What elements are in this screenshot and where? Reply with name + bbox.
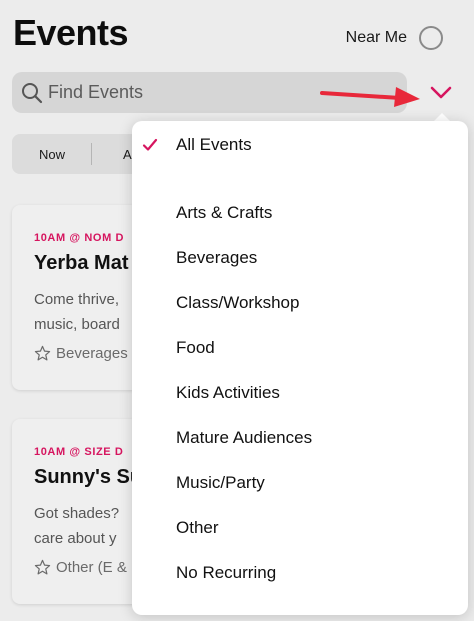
menu-item-beverages[interactable]: Beverages <box>176 248 257 268</box>
menu-item-other[interactable]: Other <box>176 518 219 538</box>
check-icon <box>142 138 158 151</box>
page-title: Events <box>13 12 129 53</box>
menu-item-music-party[interactable]: Music/Party <box>176 473 265 493</box>
menu-item-food[interactable]: Food <box>176 338 215 358</box>
menu-item-kids-activities[interactable]: Kids Activities <box>176 383 280 403</box>
menu-item-arts-crafts[interactable]: Arts & Crafts <box>176 203 272 223</box>
near-me-control[interactable]: Near Me <box>346 26 443 50</box>
star-outline-icon <box>34 559 51 575</box>
star-outline-icon <box>34 345 51 361</box>
category-dropdown: All Events Arts & Crafts Beverages Class… <box>132 121 468 615</box>
tab-now[interactable]: Now <box>39 147 65 162</box>
annotation-arrow <box>320 87 420 107</box>
menu-item-class-workshop[interactable]: Class/Workshop <box>176 293 299 313</box>
tab-divider <box>91 143 93 165</box>
menu-item-all-events[interactable]: All Events <box>176 135 252 155</box>
chevron-down-icon[interactable] <box>428 80 454 106</box>
near-me-radio[interactable] <box>419 26 443 50</box>
menu-item-no-recurring[interactable]: No Recurring <box>176 563 276 583</box>
near-me-label: Near Me <box>345 29 407 46</box>
menu-item-mature-audiences[interactable]: Mature Audiences <box>176 428 312 448</box>
search-icon <box>22 82 43 103</box>
event-category-label: Beverages <box>56 345 128 362</box>
event-category-label: Other (E & <box>56 559 127 576</box>
